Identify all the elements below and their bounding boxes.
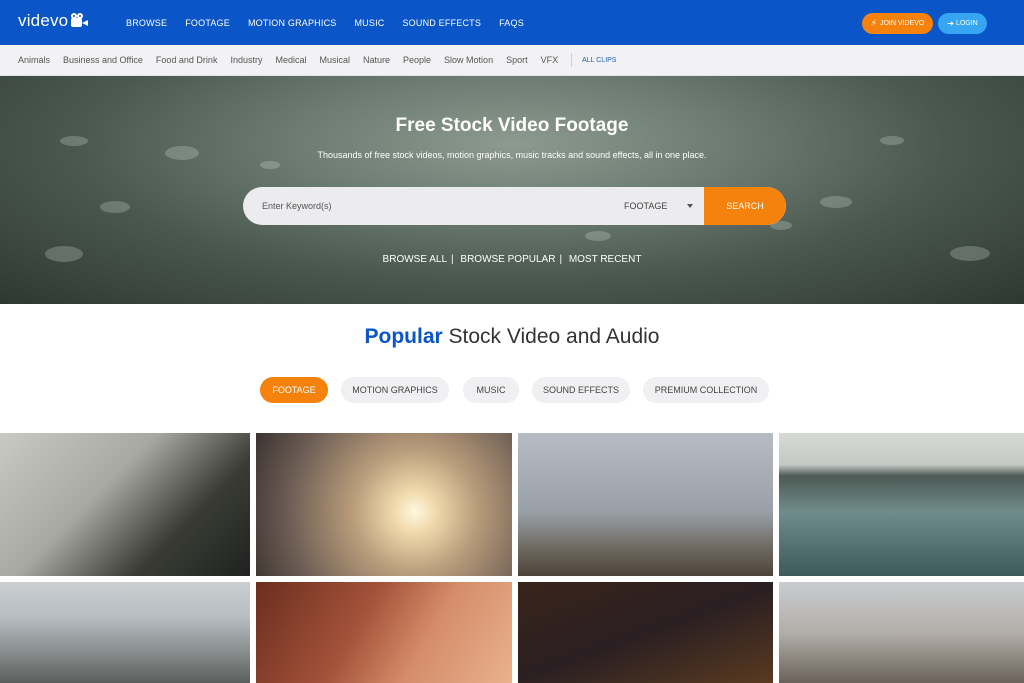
join-button[interactable]: ⚡ JOIN VIDEVO bbox=[862, 13, 933, 34]
top-navbar: videvo BROWSE FOOTAGE MOTION GRAPHICS MU… bbox=[0, 0, 1024, 45]
category-animals[interactable]: Animals bbox=[18, 55, 50, 65]
nav-music[interactable]: MUSIC bbox=[354, 18, 384, 28]
category-musical[interactable]: Musical bbox=[319, 55, 350, 65]
hero-links: BROWSE ALL | BROWSE POPULAR | MOST RECENT bbox=[382, 254, 642, 265]
login-button[interactable]: ➔ LOGIN bbox=[938, 13, 987, 34]
bolt-icon: ⚡ bbox=[870, 18, 877, 28]
nav-browse[interactable]: BROWSE bbox=[126, 18, 167, 28]
login-icon: ➔ bbox=[947, 18, 954, 28]
popular-heading-highlight: Popular bbox=[364, 325, 443, 348]
search-input[interactable] bbox=[243, 187, 603, 225]
video-thumbnail[interactable] bbox=[0, 433, 250, 576]
category-divider bbox=[571, 53, 573, 67]
tab-premium-collection[interactable]: PREMIUM COLLECTION bbox=[643, 377, 769, 403]
video-thumbnail[interactable] bbox=[779, 582, 1024, 683]
nav-motion-graphics[interactable]: MOTION GRAPHICS bbox=[248, 18, 337, 28]
search-type-value: FOOTAGE bbox=[624, 201, 668, 211]
most-recent-link[interactable]: MOST RECENT bbox=[569, 254, 642, 265]
search-type-select[interactable]: FOOTAGE bbox=[624, 187, 694, 225]
chevron-down-icon bbox=[687, 204, 694, 208]
tab-music[interactable]: MUSIC bbox=[463, 377, 519, 403]
media-type-tabs: FOOTAGE MOTION GRAPHICS MUSIC SOUND EFFE… bbox=[0, 377, 1024, 403]
popular-heading: Popular Stock Video and Audio bbox=[0, 325, 1024, 349]
category-sport[interactable]: Sport bbox=[506, 55, 528, 65]
video-thumbnail[interactable] bbox=[256, 433, 512, 576]
join-label: JOIN VIDEVO bbox=[879, 20, 925, 27]
tab-motion-graphics[interactable]: MOTION GRAPHICS bbox=[341, 377, 449, 403]
category-industry[interactable]: Industry bbox=[230, 55, 262, 65]
category-business-and-office[interactable]: Business and Office bbox=[63, 55, 143, 65]
main-nav: BROWSE FOOTAGE MOTION GRAPHICS MUSIC SOU… bbox=[126, 0, 542, 45]
tab-footage[interactable]: FOOTAGE bbox=[260, 377, 328, 403]
category-nature[interactable]: Nature bbox=[363, 55, 390, 65]
video-thumbnail[interactable] bbox=[256, 582, 512, 683]
logo-text: videvo bbox=[18, 11, 69, 30]
category-food-and-drink[interactable]: Food and Drink bbox=[156, 55, 218, 65]
hero-subtitle: Thousands of free stock videos, motion g… bbox=[317, 150, 707, 160]
popular-heading-rest: Stock Video and Audio bbox=[448, 325, 660, 348]
category-vfx[interactable]: VFX bbox=[541, 55, 559, 65]
logo[interactable]: videvo bbox=[18, 11, 89, 31]
nav-sound-effects[interactable]: SOUND EFFECTS bbox=[402, 18, 481, 28]
nav-faqs[interactable]: FAQS bbox=[499, 18, 524, 28]
tab-sound-effects[interactable]: SOUND EFFECTS bbox=[532, 377, 630, 403]
category-bar: Animals Business and Office Food and Dri… bbox=[0, 45, 1024, 76]
search-button[interactable]: SEARCH bbox=[704, 187, 786, 225]
search-bar: FOOTAGE SEARCH bbox=[243, 187, 786, 225]
video-thumbnail[interactable] bbox=[779, 433, 1024, 576]
category-people[interactable]: People bbox=[403, 55, 431, 65]
hero-title: Free Stock Video Footage bbox=[395, 115, 629, 136]
category-slow-motion[interactable]: Slow Motion bbox=[444, 55, 493, 65]
category-all-clips[interactable]: ALL CLIPS bbox=[582, 57, 616, 64]
browse-popular-link[interactable]: BROWSE POPULAR bbox=[460, 254, 555, 265]
login-label: LOGIN bbox=[955, 20, 978, 27]
video-thumbnail[interactable] bbox=[518, 582, 773, 683]
video-thumbnail[interactable] bbox=[0, 582, 250, 683]
browse-all-link[interactable]: BROWSE ALL bbox=[383, 254, 447, 265]
camera-icon bbox=[71, 13, 89, 28]
category-medical[interactable]: Medical bbox=[275, 55, 306, 65]
video-thumbnail[interactable] bbox=[518, 433, 773, 576]
nav-footage[interactable]: FOOTAGE bbox=[185, 18, 230, 28]
